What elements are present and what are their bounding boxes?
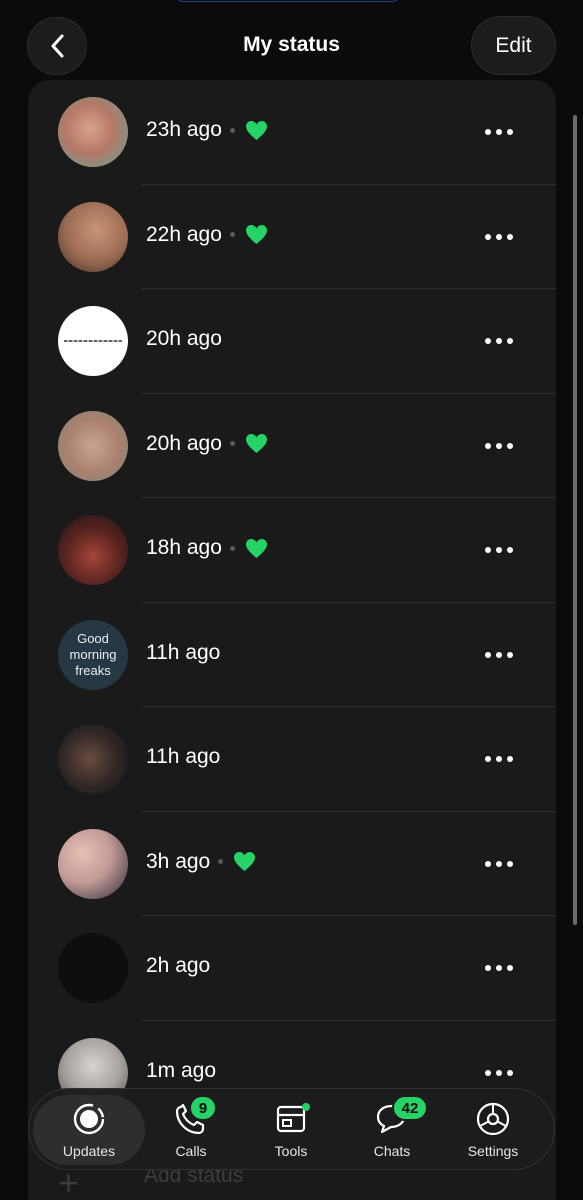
status-row[interactable]: 18h ago (28, 498, 556, 603)
status-meta: 3h ago (146, 850, 256, 874)
status-row[interactable]: 20h ago (28, 289, 556, 394)
separator-dot (218, 859, 224, 864)
status-time: 1m ago (146, 1058, 217, 1082)
status-row[interactable]: Good morning freaks 11h ago (28, 603, 556, 707)
status-row[interactable]: 20h ago (28, 394, 556, 498)
status-meta: 1m ago (146, 1059, 216, 1083)
more-options-icon[interactable] (483, 331, 515, 351)
tab-calls-label: Calls (175, 1143, 207, 1159)
status-thumbnail[interactable] (58, 933, 128, 1003)
status-thumbnail[interactable]: Good morning freaks (58, 619, 128, 690)
status-thumbnail[interactable] (58, 828, 128, 899)
scrollbar[interactable] (573, 115, 577, 925)
status-list-card: 23h ago 22h ago 20h ago 20h ago 18h ago Good … (28, 80, 556, 1200)
status-time: 2h ago (146, 954, 211, 977)
more-options-icon[interactable] (483, 854, 515, 874)
status-time: 22h ago (146, 222, 222, 246)
status-meta: 11h ago (146, 745, 220, 769)
separator-dot (229, 545, 235, 551)
status-time: 18h ago (146, 536, 222, 559)
tab-settings[interactable]: Settings (443, 1095, 543, 1165)
status-meta: 2h ago (146, 954, 210, 978)
tab-calls[interactable]: 9 Calls (141, 1095, 241, 1165)
status-meta: 18h ago (146, 536, 268, 560)
more-options-icon[interactable] (483, 958, 515, 978)
status-thumbnail[interactable] (58, 201, 128, 272)
status-row[interactable]: 11h ago (28, 707, 556, 812)
edit-button[interactable]: Edit (471, 16, 556, 75)
status-row[interactable]: 23h ago (28, 80, 556, 185)
status-time: 20h ago (146, 431, 222, 455)
status-row[interactable]: 22h ago (28, 185, 556, 289)
separator-dot (229, 127, 235, 133)
status-time: 3h ago (146, 849, 211, 873)
more-options-icon[interactable] (483, 227, 515, 247)
status-thumbnail[interactable] (58, 97, 128, 167)
status-list: 23h ago 22h ago 20h ago 20h ago 18h ago Good … (28, 80, 556, 1125)
more-options-icon[interactable] (483, 749, 515, 769)
status-meta: 20h ago (146, 432, 268, 456)
more-options-icon[interactable] (483, 1063, 515, 1083)
status-thumbnail[interactable] (58, 724, 128, 794)
tab-tools-label: Tools (274, 1143, 308, 1159)
tab-chats[interactable]: 42 Chats (342, 1095, 442, 1165)
tab-updates-label: Updates (62, 1143, 116, 1159)
status-time: 11h ago (146, 640, 221, 664)
status-thumbnail[interactable] (58, 410, 128, 481)
heart-icon (245, 224, 267, 245)
separator-dot (229, 232, 235, 237)
tab-settings-label: Settings (467, 1143, 519, 1159)
status-meta: 22h ago (146, 223, 268, 247)
status-meta: 11h ago (146, 641, 220, 665)
tab-tools[interactable]: Tools (241, 1095, 341, 1165)
tools-notification-dot (302, 1103, 310, 1111)
tab-chats-label: Chats (373, 1143, 411, 1159)
status-meta: 20h ago (146, 327, 222, 351)
bottom-tab-bar: Updates 9 Calls Tools 42 Chats Settings (28, 1088, 555, 1170)
more-options-icon[interactable] (483, 645, 515, 665)
status-time: 20h ago (146, 327, 222, 350)
thumbnail-text-line (64, 340, 122, 342)
more-options-icon[interactable] (483, 540, 515, 560)
chats-badge: 42 (392, 1095, 428, 1121)
status-thumbnail-text: Good morning freaks (69, 630, 117, 678)
heart-icon (245, 433, 267, 454)
calls-badge: 9 (189, 1095, 217, 1121)
updates-icon (73, 1103, 105, 1135)
status-thumbnail[interactable] (58, 306, 128, 376)
more-options-icon[interactable] (483, 122, 515, 142)
more-options-icon[interactable] (483, 436, 515, 456)
status-time: 23h ago (146, 118, 222, 141)
status-meta: 23h ago (146, 118, 268, 142)
gear-icon (476, 1102, 510, 1136)
status-time: 11h ago (146, 745, 221, 768)
status-row[interactable]: 3h ago (28, 812, 556, 916)
heart-icon (245, 538, 267, 558)
tab-updates[interactable]: Updates (33, 1095, 145, 1165)
heart-icon (245, 120, 267, 140)
status-row[interactable]: 2h ago (28, 916, 556, 1021)
status-thumbnail[interactable] (58, 515, 128, 585)
separator-dot (229, 441, 235, 446)
header: My status Edit (0, 0, 583, 90)
heart-icon (234, 851, 256, 872)
